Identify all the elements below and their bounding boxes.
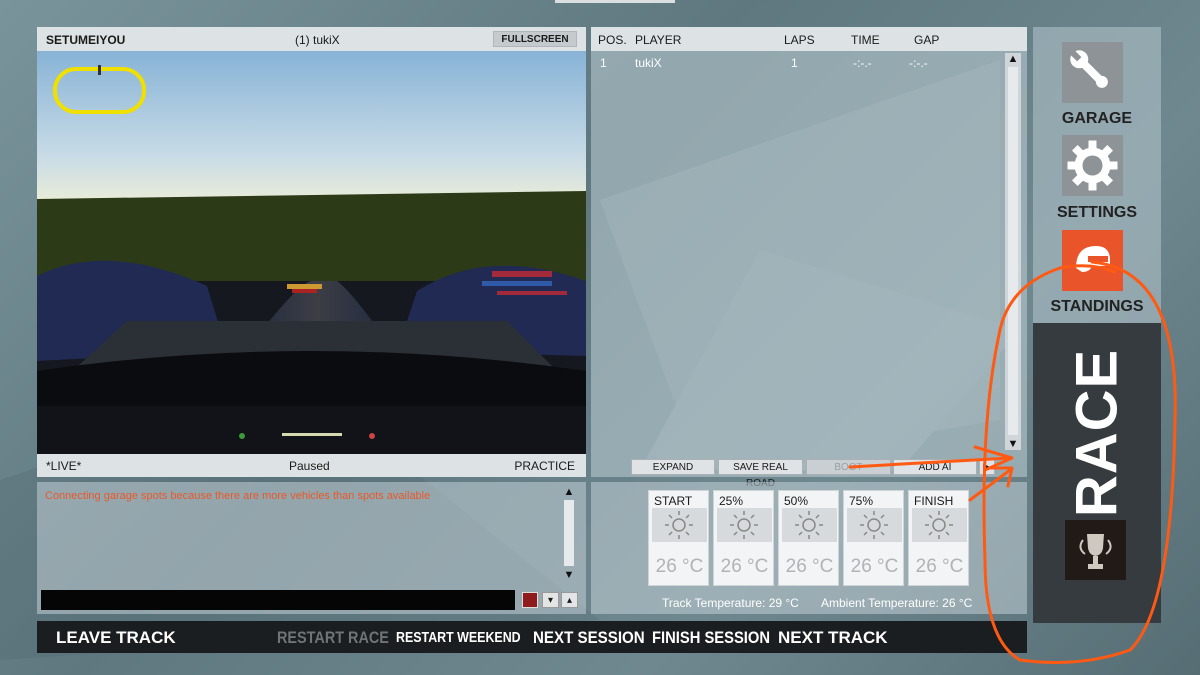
finish-session-button[interactable]: FINISH SESSION <box>652 628 770 648</box>
add-ai-button[interactable]: ADD AI <box>893 459 977 475</box>
driver-name: SETUMEIYOU <box>46 33 126 47</box>
chat-scrollbar[interactable]: ▲ ▼ <box>561 486 576 581</box>
leave-track-button[interactable]: LEAVE TRACK <box>56 628 176 648</box>
row-player: tukiX <box>635 56 662 70</box>
table-row[interactable]: 1 tukiX 1 -:-.- -:-.- <box>591 54 1001 72</box>
weather-label: 75% <box>849 494 874 508</box>
scroll-down-icon[interactable]: ▼ <box>561 569 577 581</box>
chat-color-swatch[interactable] <box>522 592 538 608</box>
sun-icon <box>652 508 707 542</box>
thumbs-down-icon[interactable]: ▾ <box>542 592 559 608</box>
settings-button[interactable] <box>1062 135 1123 196</box>
thumbs-up-icon[interactable]: ▴ <box>561 592 578 608</box>
sun-icon <box>847 508 902 542</box>
weather-card-start: START 26 °C <box>648 490 709 586</box>
trophy-icon <box>1079 534 1112 569</box>
restart-race-button[interactable]: RESTART RACE <box>277 628 389 648</box>
row-pos: 1 <box>600 56 607 70</box>
live-indicator: *LIVE* <box>46 459 82 473</box>
weather-label: 50% <box>784 494 809 508</box>
viewport-header: SETUMEIYOU (1) tukiX FULLSCREEN <box>37 27 586 51</box>
weather-card-75: 75% 26 °C <box>843 490 904 586</box>
player-label: (1) tukiX <box>295 33 340 47</box>
session-type: PRACTICE <box>514 459 575 473</box>
session-status: Paused <box>289 459 330 473</box>
row-gap: -:-.- <box>909 56 928 70</box>
chat-input[interactable] <box>41 590 515 610</box>
top-tab-indicator <box>555 0 675 3</box>
chat-log: Connecting garage spots because there ar… <box>41 486 557 583</box>
chat-panel: Connecting garage spots because there ar… <box>37 482 586 614</box>
camera-viewport-panel: SETUMEIYOU (1) tukiX FULLSCREEN *LIVE* P… <box>37 27 586 477</box>
next-session-button[interactable]: NEXT SESSION <box>533 628 645 648</box>
track-temperature: Track Temperature: 29 °C <box>662 596 799 610</box>
sun-icon <box>782 508 837 542</box>
weather-card-finish: FINISH 26 °C <box>908 490 969 586</box>
boot-button[interactable]: BOOT <box>806 459 891 475</box>
sun-icon <box>912 508 967 542</box>
gear-icon <box>1067 140 1118 191</box>
restart-weekend-button[interactable]: RESTART WEEKEND <box>396 629 521 646</box>
save-real-road-button[interactable]: SAVE REAL ROAD <box>718 459 803 489</box>
weather-temp: 26 °C <box>655 556 704 577</box>
scrollbar-thumb[interactable] <box>1008 67 1018 435</box>
row-time: -:-.- <box>853 56 872 70</box>
trophy-button[interactable] <box>1065 520 1126 580</box>
weather-temp: 26 °C <box>850 556 899 577</box>
standings-scrollbar[interactable]: ▲ ▼ <box>1005 53 1021 450</box>
weather-card-50: 50% 26 °C <box>778 490 839 586</box>
standings-button[interactable] <box>1062 230 1123 291</box>
sun-icon <box>717 508 772 542</box>
col-pos: POS. <box>598 33 627 47</box>
weather-temp: 26 °C <box>785 556 834 577</box>
helmet-icon <box>1076 246 1110 272</box>
chat-message: Connecting garage spots because there ar… <box>45 490 431 502</box>
col-player: PLAYER <box>635 33 682 47</box>
session-control-bar: LEAVE TRACK RESTART RACE RESTART WEEKEND… <box>37 621 1027 653</box>
ambient-temperature: Ambient Temperature: 26 °C <box>821 596 973 610</box>
cockpit-camera-view[interactable] <box>37 51 586 454</box>
wrench-icon <box>1070 50 1108 88</box>
main-menu: GARAGE SETTINGS STANDINGS RACE <box>1033 27 1161 623</box>
viewport-footer: *LIVE* Paused PRACTICE <box>37 454 586 477</box>
weather-label: START <box>654 494 693 508</box>
standings-header: POS. PLAYER LAPS TIME GAP <box>591 27 1027 51</box>
scroll-up-icon[interactable]: ▲ <box>1005 53 1021 65</box>
more-arrow-button[interactable]: ▶ <box>979 459 995 475</box>
scrollbar-thumb[interactable] <box>564 500 574 566</box>
weather-temp: 26 °C <box>720 556 769 577</box>
weather-label: 25% <box>719 494 744 508</box>
weather-card-25: 25% 26 °C <box>713 490 774 586</box>
settings-label: SETTINGS <box>1056 204 1137 221</box>
scroll-down-icon[interactable]: ▼ <box>1005 438 1021 450</box>
scroll-up-icon[interactable]: ▲ <box>561 486 577 498</box>
race-section[interactable]: RACE <box>1033 323 1161 623</box>
standings-label: STANDINGS <box>1050 298 1144 315</box>
garage-label: GARAGE <box>1061 110 1133 127</box>
weather-label: FINISH <box>914 494 954 508</box>
standings-panel: POS. PLAYER LAPS TIME GAP 1 tukiX 1 -:-.… <box>591 27 1027 489</box>
track-minimap <box>53 65 146 114</box>
col-time: TIME <box>851 33 880 47</box>
weather-panel: START 26 °C 25% 26 °C 50% 26 °C 75% 26 °… <box>591 482 1027 614</box>
expand-button[interactable]: EXPAND <box>631 459 715 475</box>
garage-button[interactable] <box>1062 42 1123 103</box>
fullscreen-button[interactable]: FULLSCREEN <box>493 31 577 47</box>
col-gap: GAP <box>914 33 940 47</box>
col-laps: LAPS <box>784 33 815 47</box>
row-laps: 1 <box>791 56 798 70</box>
next-track-button[interactable]: NEXT TRACK <box>778 628 888 648</box>
race-label: RACE <box>1064 348 1130 518</box>
weather-temp: 26 °C <box>915 556 964 577</box>
